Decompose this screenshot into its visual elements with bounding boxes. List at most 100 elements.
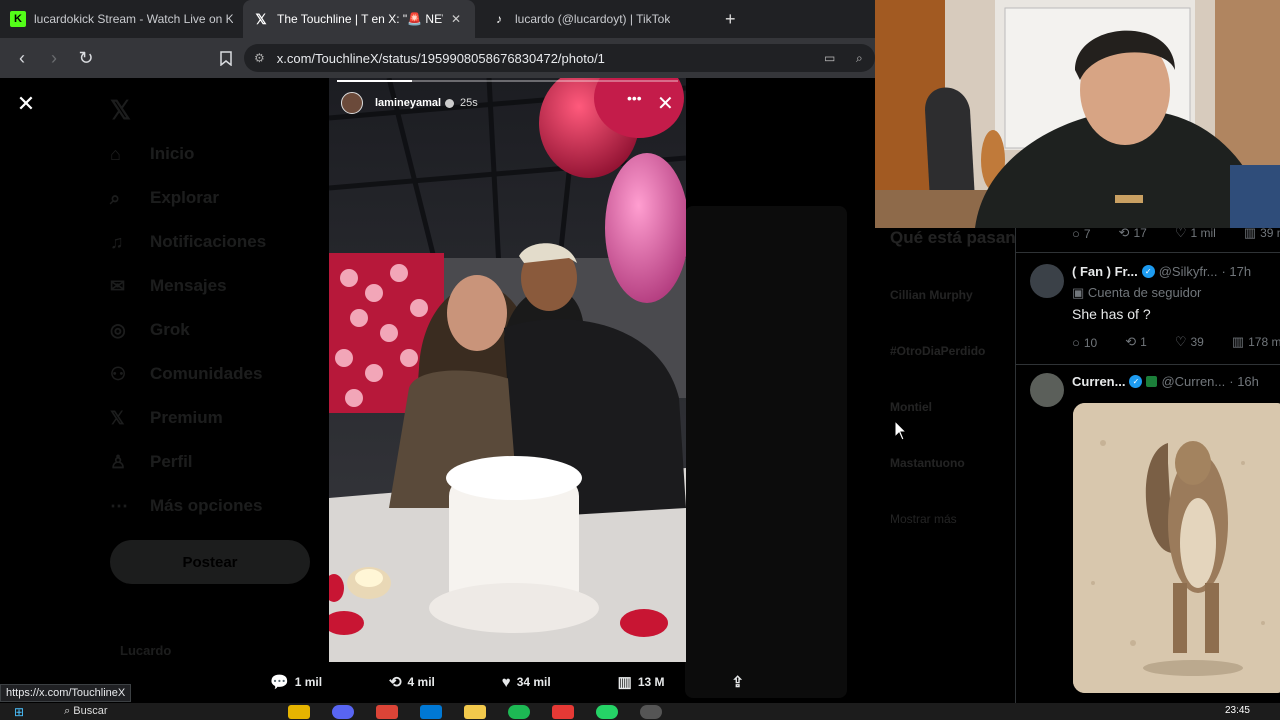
view-stat[interactable]: ▥178 mil (1232, 334, 1280, 350)
trend-item[interactable]: Cillian Murphy (890, 288, 1015, 302)
cast-icon[interactable]: ▭ (824, 51, 835, 65)
site-settings-icon[interactable]: ⚙ (254, 51, 265, 65)
nav-home[interactable]: ⌂ Inicio (110, 132, 330, 176)
reply-icon: 💬 (270, 674, 289, 691)
share-button[interactable]: ⇪ (731, 673, 750, 691)
x-sidebar-nav: 𝕏 ⌂ Inicio ⌕ Explorar ♫ Notificaciones ✉ Men… (110, 88, 330, 584)
repost-icon: ⟲ (388, 674, 402, 691)
like-stat[interactable]: ♡ 1 mil (1175, 228, 1230, 241)
search-placeholder: Buscar (73, 705, 108, 717)
taskbar-clock[interactable]: 23:45 (1225, 705, 1250, 716)
trend-item[interactable]: Mastantuono (890, 456, 1015, 470)
repost-icon: ⟲ (1125, 334, 1137, 349)
author-handle[interactable]: @Silkyfr... (1159, 264, 1218, 279)
bookmark-icon[interactable] (212, 44, 240, 72)
tweet-header: ( Fan ) Fr... ✓ @Silkyfr... · 17h (1072, 264, 1251, 279)
reply-stat[interactable]: ○ 7 (1072, 228, 1105, 241)
story-progress-fill (337, 80, 413, 82)
nav-messages[interactable]: ✉ Mensajes (110, 264, 330, 308)
forward-button[interactable]: › (40, 44, 68, 72)
author-name[interactable]: Curren... (1072, 374, 1125, 389)
trend-item[interactable]: #OtroDiaPerdido (890, 344, 1015, 358)
more-icon[interactable]: ••• (627, 90, 642, 106)
avatar[interactable] (1030, 264, 1064, 298)
verified-icon (445, 98, 455, 108)
repost-stat[interactable]: ⟲ 1 (1125, 334, 1161, 350)
search-box[interactable]: ⌕ Buscar (64, 705, 107, 718)
reply-button[interactable]: 💬 1 mil (270, 673, 322, 691)
zoom-icon[interactable]: ⌕ (856, 51, 863, 66)
story-username[interactable]: lamineyamal (375, 97, 441, 109)
photo-viewer[interactable]: lamineyamal 25s ••• ✕ (329, 78, 686, 662)
reply-icon: ○ (1072, 228, 1080, 241)
search-icon: ⌕ (64, 705, 74, 717)
tweet[interactable]: Curren... ✓ @Curren... · 16h (1016, 364, 1280, 703)
squirrel-image (1073, 403, 1280, 693)
tab-kick[interactable]: K lucardokick Stream - Watch Live on K (0, 0, 243, 38)
tab-x[interactable]: 𝕏 The Touchline | T en X: "🚨 NEW ✕ (243, 0, 475, 38)
edge-icon[interactable] (419, 704, 442, 719)
tweet-image[interactable] (1073, 403, 1280, 693)
views-button[interactable]: ▥ 13 M (618, 673, 665, 691)
author-handle[interactable]: @Curren... (1161, 374, 1225, 389)
spotify-icon[interactable] (507, 704, 530, 719)
repost-icon: ⟲ (1118, 228, 1130, 240)
app-icon[interactable] (287, 704, 310, 719)
nav-grok[interactable]: ◎ Grok (110, 308, 330, 352)
folder-icon[interactable] (463, 704, 486, 719)
tiktok-icon: ♪ (496, 12, 502, 26)
fan-account-text: Cuenta de seguidor (1087, 285, 1202, 300)
account-switcher[interactable]: Lucardo (120, 643, 171, 658)
tweet-time[interactable]: · 16h (1229, 374, 1259, 389)
like-stat[interactable]: ♡ 39 (1175, 334, 1218, 350)
like-button[interactable]: ♥ 34 mil (502, 674, 551, 691)
nav-notifications[interactable]: ♫ Notificaciones (110, 220, 330, 264)
nav-label: Inicio (150, 144, 195, 163)
tab-tiktok[interactable]: ♪ lucardo (@lucardoyt) | TikTok (475, 0, 715, 38)
search-icon: ⌕ (110, 187, 121, 208)
trend-item[interactable]: Montiel (890, 400, 1015, 414)
webcam-feed (875, 0, 1280, 228)
app-icon[interactable] (551, 704, 574, 719)
post-button[interactable]: Postear (110, 540, 310, 584)
nav-label: Perfil (150, 452, 193, 471)
nav-more[interactable]: ⋯ Más opciones (110, 484, 330, 528)
avatar[interactable] (1030, 373, 1064, 407)
new-tab-button[interactable]: + (725, 9, 736, 30)
tweet[interactable]: ( Fan ) Fr... ✓ @Silkyfr... · 17h ▣ Cuen… (1016, 252, 1280, 364)
nav-communities[interactable]: ⚇ Comunidades (110, 352, 330, 396)
like-count: 39 (1190, 335, 1204, 349)
close-icon[interactable]: ✕ (14, 91, 38, 116)
views-icon: ▥ (1231, 334, 1245, 349)
chrome-icon[interactable] (375, 704, 398, 719)
story-header: lamineyamal 25s (341, 92, 478, 114)
trends-panel-dimmed: Qué está pasando Cillian Murphy #OtroDia… (890, 228, 1015, 568)
clock-app-icon[interactable] (639, 704, 662, 719)
windows-start-icon[interactable]: ⊞ (14, 705, 24, 719)
reload-button[interactable]: ↻ (72, 44, 100, 72)
views-icon: ▥ (617, 674, 632, 691)
more-circle-icon: ⋯ (110, 495, 128, 516)
back-button[interactable]: ‹ (8, 44, 36, 72)
close-icon[interactable]: ✕ (657, 91, 674, 116)
tweet-text: She has of ? (1072, 306, 1151, 322)
repost-stat[interactable]: ⟲ 17 (1119, 228, 1161, 241)
verified-icon: ✓ (1141, 265, 1155, 278)
nav-profile[interactable]: ♙ Perfil (110, 440, 330, 484)
view-count: 39 mil (1260, 228, 1280, 240)
author-name[interactable]: ( Fan ) Fr... (1072, 264, 1138, 279)
discord-icon[interactable] (331, 704, 354, 719)
nav-label: Más opciones (150, 496, 263, 515)
repost-button[interactable]: ⟲ 4 mil (389, 673, 435, 691)
reply-stat[interactable]: ○ 10 (1072, 335, 1111, 350)
nav-explore[interactable]: ⌕ Explorar (110, 176, 330, 220)
person-icon: ♙ (110, 451, 127, 472)
show-more-link[interactable]: Mostrar más (890, 512, 1015, 526)
whatsapp-icon[interactable] (595, 704, 618, 719)
mail-icon: ✉ (110, 275, 126, 296)
view-stat[interactable]: ▥39 mil (1244, 228, 1280, 241)
nav-premium[interactable]: 𝕏 Premium (110, 396, 330, 440)
close-tab-icon[interactable]: ✕ (451, 12, 461, 26)
address-bar[interactable]: ⚙ x.com/TouchlineX/status/19599080586768… (244, 44, 875, 72)
tweet-time[interactable]: · 17h (1221, 264, 1251, 279)
